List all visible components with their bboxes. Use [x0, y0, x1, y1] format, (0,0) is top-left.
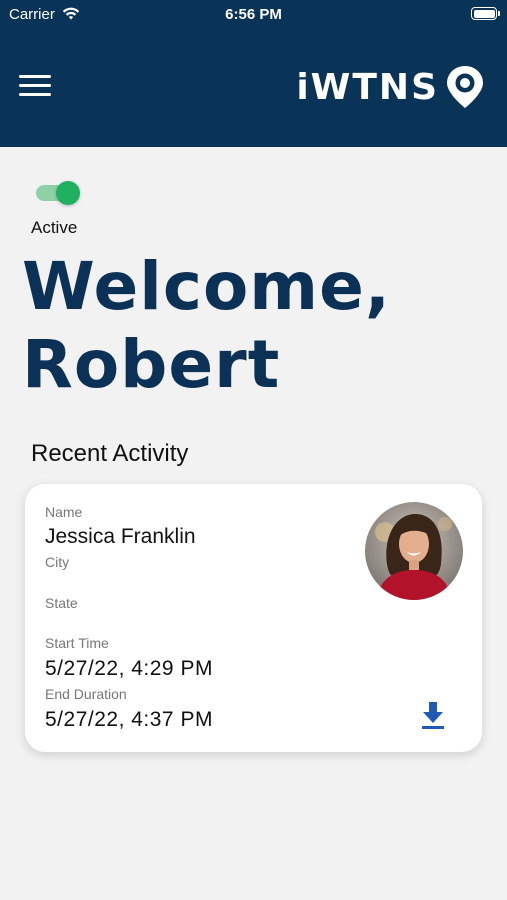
app-header: Carrier 6:56 PM iWTNS — [0, 0, 507, 147]
welcome-heading: Welcome, Robert — [22, 248, 492, 404]
end-duration-value: 5/27/22, 4:37 PM — [45, 708, 213, 731]
user-name: Robert — [22, 326, 281, 403]
menu-icon-line — [19, 75, 51, 78]
menu-icon-line — [19, 93, 51, 96]
start-time-value: 5/27/22, 4:29 PM — [45, 657, 213, 680]
city-label: City — [45, 554, 70, 570]
status-bar: Carrier 6:56 PM — [0, 0, 507, 30]
download-icon[interactable] — [421, 700, 445, 730]
recent-activity-title: Recent Activity — [31, 440, 189, 467]
avatar-photo — [365, 502, 463, 600]
logo-text: iWTNS — [296, 66, 439, 108]
name-label: Name — [45, 504, 83, 520]
welcome-line: Welcome, — [22, 248, 391, 325]
toggle-knob — [56, 181, 80, 205]
active-label: Active — [31, 218, 78, 237]
hamburger-menu-button[interactable] — [19, 75, 51, 99]
battery-icon — [471, 7, 500, 20]
active-toggle[interactable] — [36, 181, 80, 205]
app-logo: iWTNS — [296, 64, 485, 110]
menu-icon-line — [19, 84, 51, 87]
start-time-label: Start Time — [45, 635, 109, 651]
status-time: 6:56 PM — [225, 6, 282, 23]
avatar — [365, 502, 463, 600]
name-value: Jessica Franklin — [45, 525, 196, 548]
activity-card[interactable]: Name Jessica Franklin City State Start T… — [25, 484, 482, 752]
app-screen: Carrier 6:56 PM iWTNS Active Welcome, Ro… — [0, 0, 507, 900]
end-duration-label: End Duration — [45, 686, 127, 702]
state-label: State — [45, 595, 78, 611]
eye-pin-icon — [447, 66, 483, 108]
